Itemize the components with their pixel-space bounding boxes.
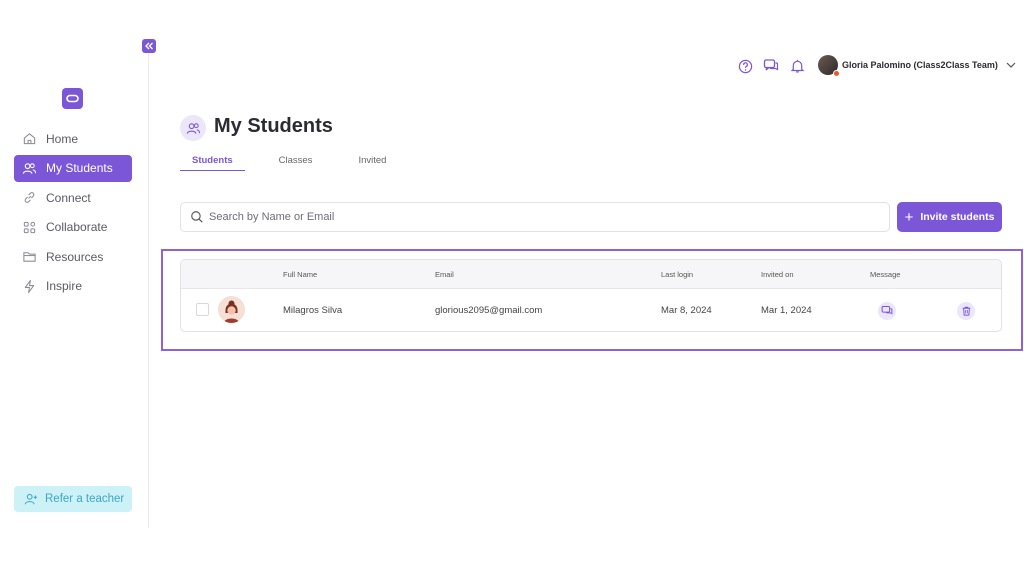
students-icon xyxy=(22,162,37,174)
tab-classes[interactable]: Classes xyxy=(267,155,325,171)
page-title: My Students xyxy=(214,115,333,137)
message-button[interactable] xyxy=(878,302,896,320)
plus-icon: + xyxy=(904,208,914,226)
user-name: Gloria Palomino (Class2Class Team) xyxy=(842,60,998,70)
students-title-icon xyxy=(180,115,206,141)
search-input[interactable] xyxy=(209,211,889,223)
sidebar-item-collaborate[interactable]: Collaborate xyxy=(14,214,132,241)
sidebar-nav: Home My Students Connect Collaborate Res… xyxy=(14,125,132,302)
sidebar-item-label: Inspire xyxy=(46,279,83,293)
sidebar-item-my-students[interactable]: My Students xyxy=(14,154,132,182)
row-checkbox[interactable] xyxy=(196,303,209,316)
sidebar-item-label: Home xyxy=(46,131,79,146)
sidebar-item-label: My Students xyxy=(46,161,113,175)
students-table: Full Name Email Last login Invited on Me… xyxy=(180,259,1002,332)
delete-button[interactable] xyxy=(957,302,975,320)
search-bar xyxy=(180,202,890,232)
trash-icon xyxy=(962,306,970,316)
refer-teacher-label: Refer a teacher xyxy=(45,493,125,505)
sidebar-item-home[interactable]: Home xyxy=(14,125,132,152)
column-invited-on: Invited on xyxy=(761,270,794,279)
column-email: Email xyxy=(435,270,454,279)
status-dot xyxy=(833,70,840,77)
header-actions xyxy=(737,58,815,74)
folder-icon xyxy=(23,252,36,262)
class2class-logo-icon[interactable] xyxy=(62,88,83,109)
sidebar-item-label: Collaborate xyxy=(46,220,108,234)
student-full-name: Milagros Silva xyxy=(283,305,343,316)
tab-students[interactable]: Students xyxy=(180,155,245,171)
student-email: glorious2095@gmail.com xyxy=(435,305,543,316)
column-full-name: Full Name xyxy=(283,270,318,279)
sidebar-item-resources[interactable]: Resources xyxy=(14,243,132,270)
column-last-login: Last login xyxy=(661,270,694,279)
table-header: Full Name Email Last login Invited on Me… xyxy=(181,260,1001,289)
tab-invited[interactable]: Invited xyxy=(346,155,398,171)
add-user-icon xyxy=(24,493,38,505)
column-message: Message xyxy=(870,270,901,279)
invite-students-button[interactable]: + Invite students xyxy=(897,202,1002,232)
home-icon xyxy=(23,133,36,145)
avatar xyxy=(818,55,840,77)
invite-students-label: Invite students xyxy=(920,211,995,223)
chat-icon xyxy=(881,305,893,315)
user-menu[interactable]: Gloria Palomino (Class2Class Team) xyxy=(818,55,1016,77)
sidebar-item-label: Resources xyxy=(46,249,104,264)
sidebar-item-inspire[interactable]: Inspire xyxy=(14,273,132,300)
help-icon[interactable] xyxy=(737,58,753,74)
student-last-login: Mar 8, 2024 xyxy=(661,305,712,316)
chat-icon[interactable] xyxy=(763,58,779,74)
lightning-icon xyxy=(24,279,35,293)
double-chevron-left-icon[interactable] xyxy=(142,39,156,53)
avatar xyxy=(218,296,245,323)
chevron-down-icon xyxy=(1006,62,1016,68)
link-icon xyxy=(24,192,35,203)
sidebar-item-label: Connect xyxy=(46,190,91,205)
table-row[interactable]: Milagros Silva glorious2095@gmail.com Ma… xyxy=(181,289,1001,331)
bell-icon[interactable] xyxy=(789,58,805,74)
student-invited-on: Mar 1, 2024 xyxy=(761,305,812,316)
tabs: Students Classes Invited xyxy=(180,155,420,171)
grid-icon xyxy=(23,221,36,233)
refer-teacher-button[interactable]: Refer a teacher xyxy=(14,486,132,512)
search-icon xyxy=(191,211,203,223)
sidebar-item-connect[interactable]: Connect xyxy=(14,184,132,211)
sidebar: Home My Students Connect Collaborate Res… xyxy=(0,48,149,528)
